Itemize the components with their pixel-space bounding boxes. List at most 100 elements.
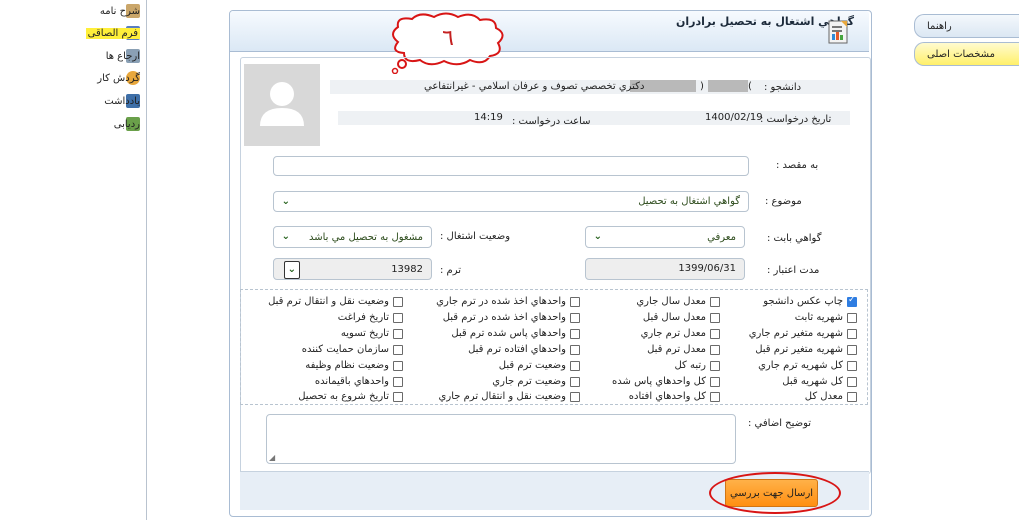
checkbox-box[interactable] (393, 328, 403, 339)
option-checkbox[interactable]: شهريه متغير ترم جاري (749, 328, 857, 339)
checkbox-box[interactable] (570, 312, 580, 323)
certificate-value: معرفي (707, 231, 736, 243)
checkbox-box[interactable] (570, 344, 580, 355)
validity-input[interactable]: 1399/06/31 (585, 258, 745, 280)
checkbox-box[interactable] (847, 295, 857, 307)
sidebar-item-letter[interactable]: شرح نامه (100, 1, 140, 21)
checkbox-label: وضعيت نظام وظيفه (305, 360, 389, 371)
option-checkbox[interactable]: وضعيت ترم قبل (499, 360, 580, 371)
checkbox-label: تاريخ شروع به تحصيل (298, 391, 389, 402)
checkbox-box[interactable] (710, 376, 720, 387)
option-checkbox[interactable]: شهريه متغير ترم قبل (755, 344, 857, 355)
option-checkbox[interactable]: کل واحدهاي افتاده (629, 391, 720, 402)
sidebar-item-label: يادداشت (104, 95, 140, 107)
subject-value: گواهي اشتغال به تحصيل (638, 196, 740, 207)
certificate-select[interactable]: معرفي ⌄ (585, 226, 745, 248)
checkbox-box[interactable] (570, 328, 580, 339)
option-checkbox[interactable]: کل واحدهاي پاس شده (612, 376, 720, 387)
chevron-down-icon: ⌄ (593, 231, 602, 242)
checkbox-box[interactable] (710, 312, 720, 323)
checkbox-box[interactable] (847, 376, 857, 387)
annotation-ellipse (709, 472, 841, 514)
option-checkbox[interactable]: رتبه کل (674, 360, 720, 371)
checkbox-label: چاپ عکس دانشجو (763, 296, 843, 307)
checkbox-label: سازمان حمايت کننده (301, 344, 389, 355)
checkbox-label: کل شهريه ترم جاري (758, 360, 843, 371)
sidebar-item-workflow[interactable]: گردش کار (97, 68, 140, 88)
checkbox-box[interactable] (710, 328, 720, 339)
sidebar: شرح نامه فرم الصاقی ارجاع ها گردش کار يا… (0, 0, 147, 520)
option-checkbox[interactable]: تاريخ شروع به تحصيل (298, 391, 403, 402)
option-checkbox[interactable]: واحدهاي افتاده ترم قبل (468, 344, 580, 355)
checkbox-box[interactable] (570, 376, 580, 387)
checkbox-box[interactable] (393, 296, 403, 307)
option-checkbox[interactable]: معدل سال جاري (636, 296, 720, 307)
option-checkbox[interactable]: واحدهاي اخذ شده در ترم جاري (436, 296, 580, 307)
checkbox-box[interactable] (570, 296, 580, 307)
tab-main-info[interactable]: مشخصات اصلی (914, 42, 1019, 66)
destination-label: به مقصد : (776, 160, 819, 171)
checkbox-box[interactable] (847, 312, 857, 323)
checkbox-box[interactable] (847, 391, 857, 402)
option-checkbox[interactable]: تاريخ تسويه (341, 328, 403, 339)
tab-guide[interactable]: راهنما (914, 14, 1019, 38)
subject-select[interactable]: گواهي اشتغال به تحصيل ⌄ (273, 191, 749, 212)
checkbox-box[interactable] (710, 360, 720, 371)
validity-label: مدت اعتبار : (767, 265, 820, 276)
option-checkbox[interactable]: معدل سال قبل (643, 312, 720, 323)
request-time-label: ساعت درخواست : (512, 116, 591, 127)
checkbox-box[interactable] (847, 360, 857, 371)
checkbox-box[interactable] (710, 296, 720, 307)
option-checkbox[interactable]: واحدهاي اخذ شده در ترم قبل (443, 312, 580, 323)
extra-description-input[interactable]: ◢ (266, 414, 736, 464)
option-checkbox[interactable]: معدل کل (805, 391, 857, 402)
option-checkbox[interactable]: وضعيت نظام وظيفه (305, 360, 403, 371)
destination-input[interactable] (273, 156, 749, 176)
checkbox-label: شهريه متغير ترم قبل (755, 344, 843, 355)
option-checkbox[interactable]: واحدهاي پاس شده ترم قبل (451, 328, 580, 339)
option-checkbox[interactable]: شهريه ثابت (795, 312, 857, 323)
checkbox-box[interactable] (393, 360, 403, 371)
checkbox-box[interactable] (847, 344, 857, 355)
option-checkbox[interactable]: وضعيت نقل و انتقال ترم جاري (439, 391, 580, 402)
sidebar-item-notes[interactable]: يادداشت (104, 91, 140, 111)
checkbox-box[interactable] (570, 360, 580, 371)
term-select[interactable]: 13982 ⌄ (273, 258, 432, 280)
option-checkbox[interactable]: معدل ترم قبل (647, 344, 720, 355)
option-checkbox[interactable]: وضعيت نقل و انتقال ترم قبل (268, 296, 403, 307)
option-checkbox[interactable]: کل شهريه ترم جاري (758, 360, 857, 371)
checkbox-label: تاريخ فراغت (337, 312, 389, 323)
sidebar-item-tracking[interactable]: ردیابی (114, 114, 140, 134)
resize-handle-icon[interactable]: ◢ (269, 453, 275, 462)
employment-select[interactable]: مشغول به تحصيل مي باشد ⌄ (273, 226, 432, 248)
checkbox-box[interactable] (393, 376, 403, 387)
sidebar-item-label: شرح نامه (99, 5, 140, 17)
sidebar-item-form[interactable]: فرم الصاقی (85, 23, 140, 43)
checkbox-box[interactable] (570, 391, 580, 402)
checkbox-box[interactable] (393, 391, 403, 402)
option-checkbox[interactable]: تاريخ فراغت (338, 312, 403, 323)
checkbox-label: شهريه ثابت (794, 312, 843, 323)
option-checkbox[interactable]: چاپ عکس دانشجو (763, 295, 857, 307)
student-program: دکتري تخصصي تصوف و عرفان اسلامي - غيرانت… (424, 81, 645, 92)
checkbox-label: معدل ترم جاري (640, 328, 706, 339)
option-checkbox[interactable]: کل شهريه قبل (782, 376, 857, 387)
student-label: دانشجو : (764, 82, 802, 93)
tab-label: راهنما (927, 20, 952, 32)
sidebar-item-referrals[interactable]: ارجاع ها (106, 46, 140, 66)
subject-label: موضوع : (765, 196, 802, 207)
checkbox-box[interactable] (847, 328, 857, 339)
checkbox-box[interactable] (710, 344, 720, 355)
checkbox-label: واحدهاي افتاده ترم قبل (468, 344, 566, 355)
option-checkbox[interactable]: معدل ترم جاري (641, 328, 720, 339)
checkbox-box[interactable] (393, 312, 403, 323)
student-paren-close: ) (748, 81, 752, 92)
option-checkbox[interactable]: واحدهاي باقيمانده (315, 376, 403, 387)
option-checkbox[interactable]: سازمان حمايت کننده (302, 344, 403, 355)
checkbox-box[interactable] (393, 344, 403, 355)
checkbox-label: کل واحدهاي پاس شده (612, 376, 706, 387)
checkbox-box[interactable] (710, 391, 720, 402)
sidebar-item-label: گردش کار (97, 72, 140, 84)
option-checkbox[interactable]: وضعيت ترم جاري (492, 376, 580, 387)
checkbox-label: واحدهاي باقيمانده (314, 376, 389, 387)
